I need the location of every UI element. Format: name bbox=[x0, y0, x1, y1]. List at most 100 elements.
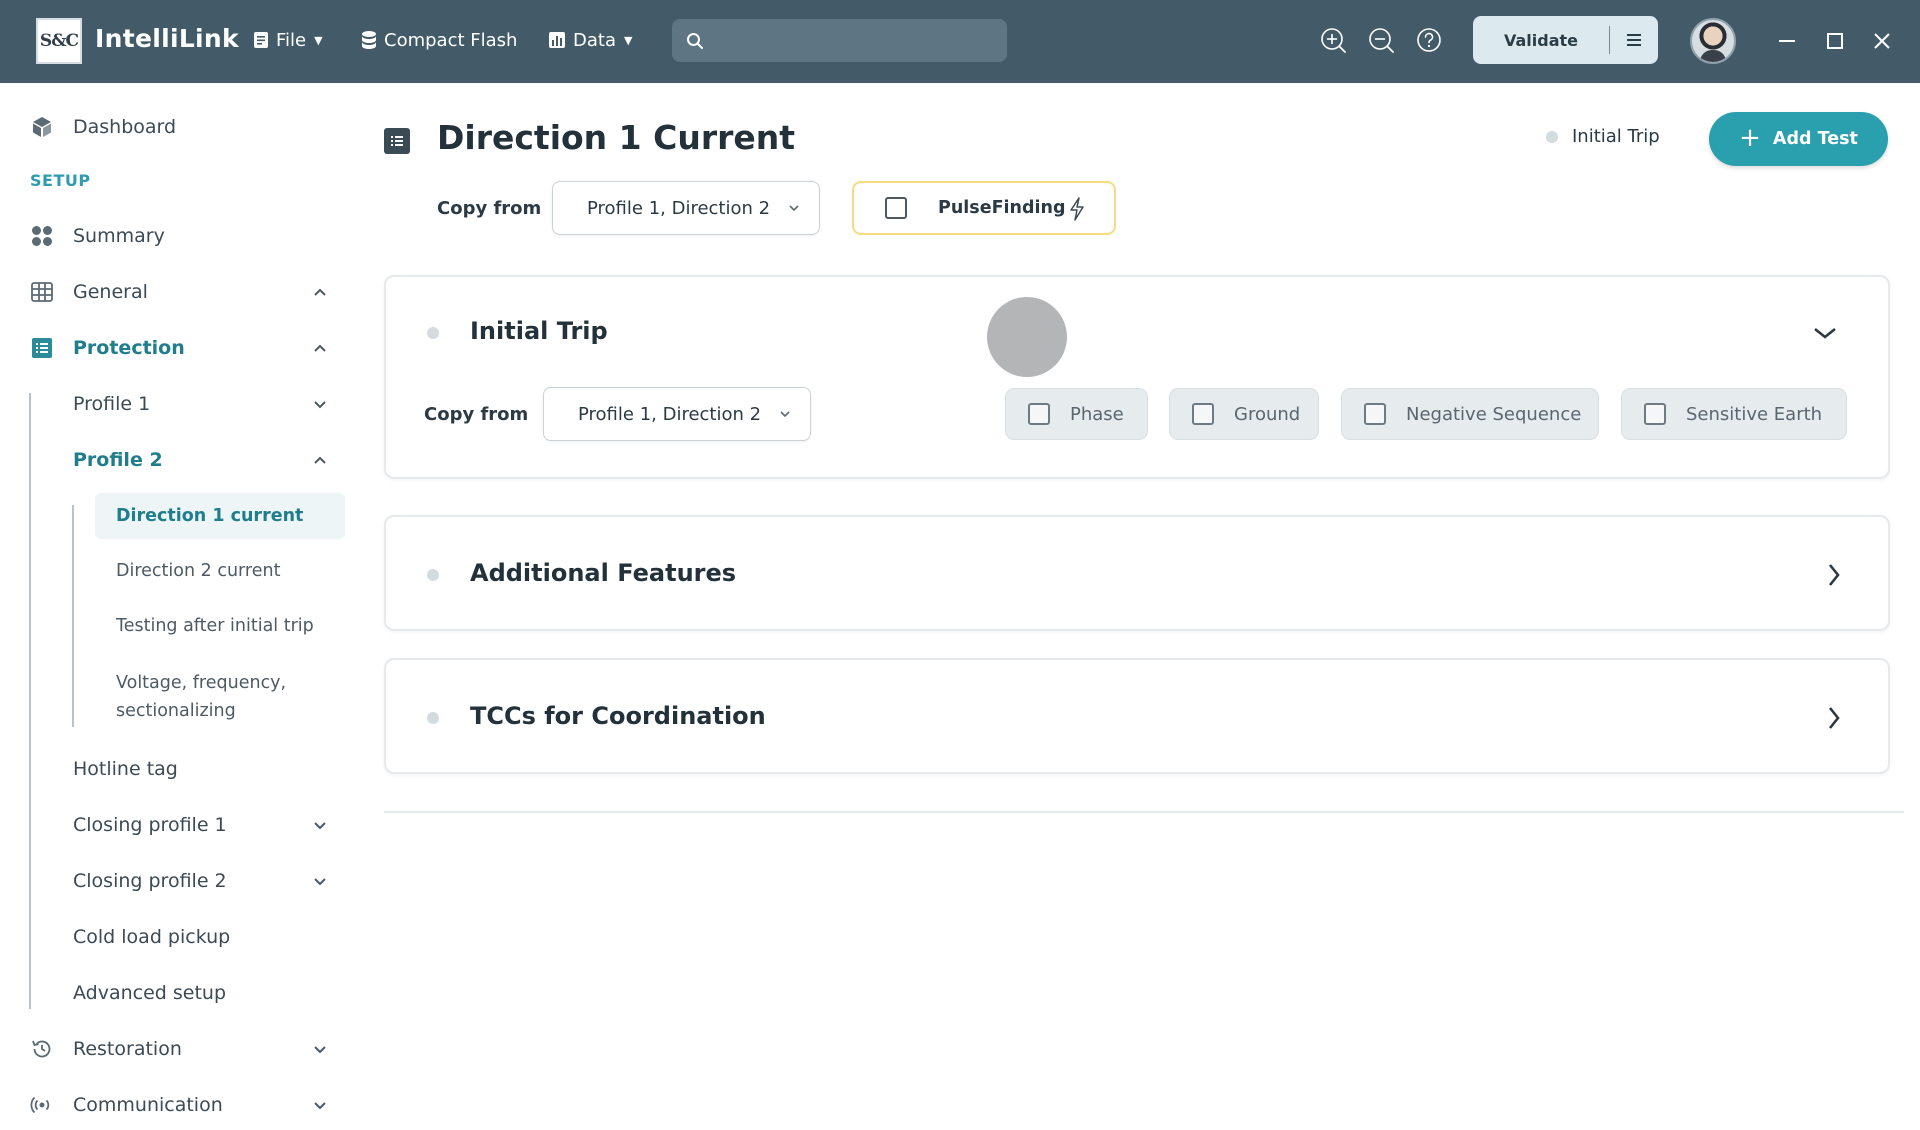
search-box[interactable] bbox=[672, 19, 1007, 62]
bar-chart-icon bbox=[549, 32, 565, 48]
chevron-down-icon[interactable] bbox=[1809, 317, 1841, 349]
file-icon bbox=[254, 32, 268, 48]
phase-checkbox[interactable] bbox=[1028, 403, 1050, 425]
sidebar-item-label: Closing profile 2 bbox=[73, 870, 227, 892]
search-input[interactable] bbox=[714, 31, 994, 50]
pulsefinding-label: PulseFinding bbox=[938, 198, 1066, 218]
option-ground[interactable]: Ground bbox=[1169, 388, 1319, 440]
sidebar-item-profile-1[interactable]: Profile 1 bbox=[0, 384, 360, 424]
lightning-icon bbox=[1067, 196, 1087, 226]
option-phase[interactable]: Phase bbox=[1005, 388, 1148, 440]
app-logo: S&C bbox=[36, 18, 82, 64]
sidebar-item-label: Protection bbox=[73, 337, 185, 359]
sidebar-item-voltage-frequency-sectionalizing[interactable]: Voltage, frequency, sectionalizing bbox=[95, 669, 335, 725]
sensitive-earth-checkbox[interactable] bbox=[1644, 403, 1666, 425]
card-title: TCCs for Coordination bbox=[470, 702, 766, 730]
sidebar-item-summary[interactable]: Summary bbox=[0, 216, 360, 256]
help-icon[interactable] bbox=[1415, 26, 1443, 54]
sidebar-item-label: General bbox=[73, 281, 148, 303]
sidebar-item-closing-profile-2[interactable]: Closing profile 2 bbox=[0, 861, 360, 901]
chevron-right-icon[interactable] bbox=[1818, 702, 1850, 734]
copy-from-label: Copy from bbox=[424, 404, 529, 425]
sidebar-item-direction-1-current[interactable]: Direction 1 current bbox=[95, 493, 345, 539]
ground-checkbox[interactable] bbox=[1192, 403, 1214, 425]
cube-icon bbox=[28, 113, 56, 141]
copy-from-value: Profile 1, Direction 2 bbox=[587, 197, 771, 219]
menu-data[interactable]: Data ▼ bbox=[548, 26, 632, 54]
sidebar-item-label: Advanced setup bbox=[73, 982, 227, 1004]
add-test-label: Add Test bbox=[1772, 129, 1858, 149]
sidebar-item-label: Summary bbox=[73, 225, 165, 247]
option-label: Sensitive Earth bbox=[1686, 403, 1823, 425]
caret-down-icon: ▼ bbox=[623, 33, 633, 47]
card-tccs-for-coordination[interactable]: TCCs for Coordination bbox=[384, 658, 1890, 774]
close-icon[interactable] bbox=[1867, 26, 1897, 56]
chevron-down-icon[interactable] bbox=[308, 869, 332, 893]
sidebar-item-cold-load-pickup[interactable]: Cold load pickup bbox=[0, 917, 360, 957]
option-label: Phase bbox=[1070, 403, 1124, 425]
sidebar-item-label: Dashboard bbox=[73, 116, 177, 138]
chevron-down-icon[interactable] bbox=[308, 1037, 332, 1061]
chevron-up-icon[interactable] bbox=[308, 280, 332, 304]
menu-icon[interactable] bbox=[1610, 32, 1658, 48]
sidebar-item-protection[interactable]: Protection bbox=[0, 328, 360, 368]
caret-down-icon: ▼ bbox=[314, 33, 323, 47]
app-title: IntelliLink bbox=[95, 24, 239, 53]
sidebar-item-direction-2-current[interactable]: Direction 2 current bbox=[95, 557, 345, 585]
minimize-icon[interactable] bbox=[1772, 26, 1802, 56]
chevron-down-icon[interactable] bbox=[308, 392, 332, 416]
sidebar-item-label: Hotline tag bbox=[73, 758, 178, 780]
pulsefinding-toggle[interactable]: PulseFinding bbox=[852, 181, 1116, 235]
chevron-up-icon[interactable] bbox=[308, 336, 332, 360]
sidebar-item-label: Closing profile 1 bbox=[73, 814, 227, 836]
sidebar-item-closing-profile-1[interactable]: Closing profile 1 bbox=[0, 805, 360, 845]
chevron-right-icon[interactable] bbox=[1818, 559, 1850, 591]
sidebar-item-label: Profile 1 bbox=[73, 393, 151, 415]
section-label-setup: SETUP bbox=[30, 171, 91, 190]
logo-text: S&C bbox=[39, 31, 79, 51]
chevron-down-icon[interactable] bbox=[308, 1093, 332, 1117]
sidebar-item-general[interactable]: General bbox=[0, 272, 360, 312]
copy-from-select[interactable]: Profile 1, Direction 2 bbox=[552, 181, 820, 235]
zoom-in-icon[interactable] bbox=[1319, 26, 1347, 54]
list-icon bbox=[384, 128, 410, 154]
menu-compact-flash[interactable]: Compact Flash bbox=[361, 26, 517, 54]
grid-dots-icon bbox=[28, 222, 56, 250]
table-grid-icon bbox=[28, 278, 56, 306]
chevron-down-icon[interactable] bbox=[308, 813, 332, 837]
status-dot bbox=[427, 327, 439, 339]
menu-file-label: File bbox=[276, 29, 307, 51]
sidebar-item-restoration[interactable]: Restoration bbox=[0, 1029, 360, 1069]
add-test-button[interactable]: + Add Test bbox=[1709, 112, 1888, 166]
sidebar-item-hotline-tag[interactable]: Hotline tag bbox=[0, 749, 360, 789]
sidebar-item-communication[interactable]: Communication bbox=[0, 1085, 360, 1125]
status-dot bbox=[427, 712, 439, 724]
chevron-up-icon[interactable] bbox=[308, 448, 332, 472]
card-title: Initial Trip bbox=[470, 317, 608, 345]
option-sensitive-earth[interactable]: Sensitive Earth bbox=[1621, 388, 1847, 440]
divider bbox=[384, 811, 1904, 813]
sidebar-item-testing-after-initial-trip[interactable]: Testing after initial trip bbox=[95, 612, 345, 640]
list-icon bbox=[28, 334, 56, 362]
sidebar-item-label: Profile 2 bbox=[73, 449, 163, 471]
zoom-out-icon[interactable] bbox=[1367, 26, 1395, 54]
sidebar-item-label: Restoration bbox=[73, 1038, 182, 1060]
sidebar-item-profile-2[interactable]: Profile 2 bbox=[0, 440, 360, 480]
maximize-icon[interactable] bbox=[1820, 26, 1850, 56]
menu-file[interactable]: File ▼ bbox=[253, 26, 323, 54]
status-dot bbox=[427, 569, 439, 581]
sidebar-item-label: Cold load pickup bbox=[73, 926, 231, 948]
search-icon bbox=[687, 32, 703, 49]
card-title: Additional Features bbox=[470, 559, 737, 587]
negative-sequence-checkbox[interactable] bbox=[1364, 403, 1386, 425]
avatar[interactable] bbox=[1690, 18, 1736, 64]
sidebar-item-dashboard[interactable]: Dashboard bbox=[0, 107, 360, 147]
sidebar-item-advanced-setup[interactable]: Advanced setup bbox=[0, 973, 360, 1013]
validate-button[interactable]: Validate bbox=[1473, 31, 1609, 50]
initial-trip-copy-from-select[interactable]: Profile 1, Direction 2 bbox=[543, 387, 811, 441]
option-negative-sequence[interactable]: Negative Sequence bbox=[1341, 388, 1599, 440]
card-additional-features[interactable]: Additional Features bbox=[384, 515, 1890, 631]
plus-icon: + bbox=[1739, 122, 1761, 153]
history-icon bbox=[28, 1035, 56, 1063]
pulsefinding-checkbox[interactable] bbox=[885, 197, 907, 219]
